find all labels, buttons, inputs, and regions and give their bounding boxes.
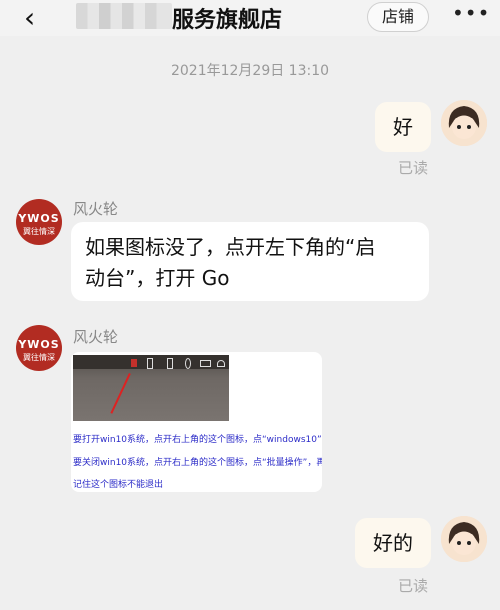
- sender-name: 风火轮: [73, 328, 119, 346]
- battery-icon: [200, 360, 211, 367]
- image-caption-line: 要关闭win10系统，点开右上角的这个图标，点“批量操作”，再点“全部关机”: [73, 458, 322, 468]
- message-bubble-me[interactable]: 好: [375, 102, 431, 152]
- image-caption-line: 要打开win10系统，点开右上角的这个图标，点“windows10”: [73, 435, 322, 445]
- header-bar: ‹ 服务旗舰店 店铺 •••: [0, 0, 500, 36]
- user-avatar-illustration: [441, 516, 487, 562]
- screenshot-icon: [167, 358, 173, 369]
- red-arrow-icon: [110, 373, 131, 414]
- screenshot-red-marker: [131, 359, 137, 367]
- message-text-line2: 动台”，打开 Go: [85, 266, 230, 290]
- wifi-icon: [217, 360, 225, 367]
- user-avatar[interactable]: [441, 100, 487, 146]
- read-status: 已读: [398, 577, 429, 595]
- shop-avatar[interactable]: YWOS 翼往情深: [16, 199, 62, 245]
- more-horizontal-icon[interactable]: •••: [452, 1, 490, 25]
- screenshot-icon: [147, 358, 153, 369]
- shop-avatar-sub: 翼往情深: [23, 227, 55, 236]
- shop-avatar-logo: YWOS: [18, 212, 60, 225]
- message-bubble-shop[interactable]: 如果图标没了，点开左下角的“启 动台”，打开 Go: [71, 222, 429, 301]
- sender-name: 风火轮: [73, 200, 119, 218]
- shop-avatar-logo: YWOS: [18, 338, 60, 351]
- image-caption-line: 记住这个图标不能退出: [73, 480, 164, 490]
- image-message[interactable]: 要打开win10系统，点开右上角的这个图标，点“windows10” 要关闭wi…: [71, 352, 322, 492]
- chevron-left-icon[interactable]: ‹: [24, 4, 35, 32]
- chat-timestamp: 2021年12月29日 13:10: [170, 63, 330, 79]
- read-status: 已读: [398, 159, 429, 177]
- shop-avatar[interactable]: YWOS 翼往情深: [16, 325, 62, 371]
- shop-button[interactable]: 店铺: [367, 2, 429, 32]
- message-text: 好的: [373, 531, 413, 555]
- message-text: 好: [393, 115, 413, 139]
- page-title: 服务旗舰店: [172, 8, 283, 33]
- message-text-line1: 如果图标没了，点开左下角的“启: [85, 235, 376, 259]
- shop-avatar-sub: 翼往情深: [23, 353, 55, 362]
- screenshot-image: [73, 355, 229, 421]
- user-avatar-illustration: [441, 100, 487, 146]
- screenshot-icon: [185, 358, 191, 369]
- blurred-title-prefix: [76, 3, 172, 29]
- message-bubble-me[interactable]: 好的: [355, 518, 431, 568]
- user-avatar[interactable]: [441, 516, 487, 562]
